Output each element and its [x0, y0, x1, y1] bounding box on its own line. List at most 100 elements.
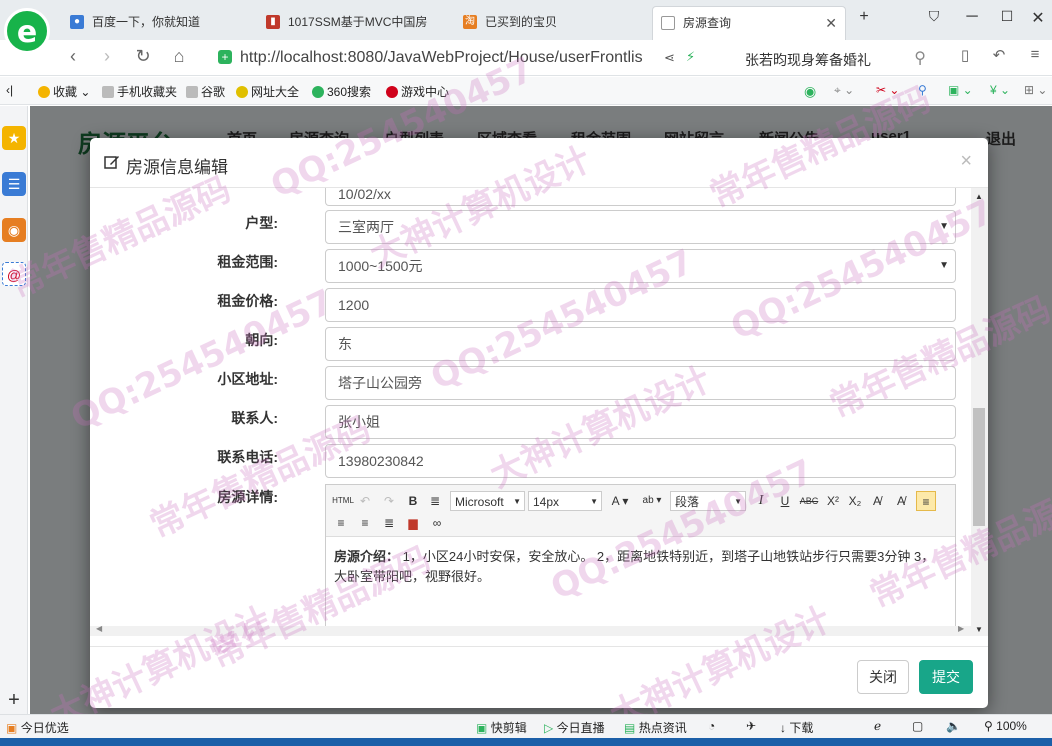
superscript-icon[interactable]: X²	[824, 491, 842, 511]
address-bar[interactable]: + http://localhost:8080/JavaWebProject/H…	[212, 45, 936, 71]
scroll-up-icon[interactable]: ▲	[975, 192, 983, 201]
submit-button[interactable]: 提交	[919, 660, 973, 694]
phone-input[interactable]: 13980230842	[325, 444, 956, 478]
address-input[interactable]: 塔子山公园旁	[325, 366, 956, 400]
close-button[interactable]: 关闭	[857, 660, 909, 694]
tab-house-query[interactable]: 房源查询 ✕	[652, 6, 846, 40]
orientation-input[interactable]: 东	[325, 327, 956, 361]
menu-icon[interactable]: ≡	[1022, 46, 1048, 63]
sidebar-toggle-icon[interactable]: ‹|	[6, 83, 13, 97]
editor-content[interactable]: 房源介绍： 1，小区24小时安保，安全放心。 2，距离地铁特别近，到塔子山地铁站…	[334, 547, 944, 587]
vertical-scrollbar[interactable]: ▲ ▼	[971, 188, 988, 636]
bookmark-favorites[interactable]: 收藏 ⌄	[38, 83, 90, 100]
image-icon[interactable]: ▆	[404, 513, 422, 533]
indent-icon[interactable]: ≣	[426, 491, 444, 511]
shirt-icon[interactable]: ⛉	[920, 8, 948, 25]
back-icon[interactable]: ‹	[60, 46, 86, 67]
status-label: 今日直播	[556, 721, 605, 735]
bookmark-games[interactable]: 游戏中心	[386, 83, 449, 100]
list-icon[interactable]: ☰	[2, 172, 26, 196]
layout-select[interactable]: 三室两厅 ▼	[325, 210, 956, 244]
date-value: 10/02/xx	[338, 188, 391, 202]
tab-taobao[interactable]: 淘 已买到的宝贝	[455, 6, 645, 40]
align-right-icon[interactable]: ≡	[356, 513, 374, 533]
modal-header: 房源信息编辑 ×	[90, 138, 988, 188]
lightning-icon[interactable]: ⚡	[686, 49, 695, 65]
zoom-control[interactable]: ⚲ 100%	[984, 719, 1027, 733]
scissors-icon[interactable]: ✂ ⌄	[876, 83, 899, 97]
date-field[interactable]: 10/02/xx	[325, 188, 956, 206]
extension-icon[interactable]: ⌖ ⌄	[834, 83, 854, 98]
weibo-icon[interactable]: ◉	[2, 218, 26, 242]
contact-input[interactable]: 张小姐	[325, 405, 956, 439]
rent-range-select[interactable]: 1000~1500元 ▼	[325, 249, 956, 283]
yen-icon[interactable]: ¥ ⌄	[990, 83, 1010, 97]
undo-icon[interactable]: ↶	[986, 46, 1012, 64]
refresh-icon[interactable]: ↻	[130, 46, 156, 67]
status-item-clip[interactable]: ▣ 快剪辑	[476, 719, 527, 736]
new-tab-button[interactable]: +	[850, 8, 878, 26]
search-icon[interactable]: ⚲	[918, 83, 927, 97]
minimize-icon[interactable]: ─	[958, 8, 986, 26]
close-icon[interactable]: ✕	[825, 7, 837, 39]
font-family-select[interactable]: Microsoft ▼	[450, 491, 525, 511]
clip-icon: ▣	[476, 721, 488, 735]
reader-icon[interactable]: ▯	[952, 46, 978, 64]
italic-icon[interactable]: I	[752, 491, 770, 511]
share-icon[interactable]: ⋖	[664, 50, 675, 66]
home-icon[interactable]: ⌂	[166, 46, 192, 67]
horizontal-scrollbar[interactable]: ◀ ▶	[90, 624, 971, 636]
status-item-live[interactable]: ▷ 今日直播	[544, 719, 605, 736]
url-text[interactable]: http://localhost:8080/JavaWebProject/Hou…	[240, 49, 670, 67]
bookmark-directory[interactable]: 网址大全	[236, 83, 299, 100]
scroll-down-icon[interactable]: ▼	[975, 625, 983, 634]
font-color-icon[interactable]: A ▾	[606, 491, 634, 511]
search-icon[interactable]: ⚲	[914, 48, 926, 68]
scroll-right-icon[interactable]: ▶	[958, 624, 964, 633]
volume-icon[interactable]: 🔈	[946, 719, 961, 733]
font-size-select[interactable]: 14px ▼	[528, 491, 602, 511]
mail-icon[interactable]: @	[2, 262, 26, 286]
forward-icon[interactable]: ›	[94, 46, 120, 67]
chevron-down-icon: ▼	[590, 497, 598, 506]
bookmark-google[interactable]: 谷歌	[186, 83, 225, 100]
scroll-thumb[interactable]	[973, 408, 985, 526]
align-center-icon[interactable]: ≡	[332, 513, 350, 533]
status-item-download[interactable]: ↓ 下载	[780, 719, 813, 736]
align-left-icon[interactable]: ≡	[916, 491, 936, 511]
html-icon[interactable]: HTML	[330, 491, 356, 511]
tab-project[interactable]: ▮ 1017SSM基于MVC中国房	[258, 6, 448, 40]
subscript-icon[interactable]: X₂	[846, 491, 864, 511]
pin-icon[interactable]: ✈	[746, 719, 756, 733]
bookmark-mobile[interactable]: 手机收藏夹	[102, 83, 177, 100]
star-icon[interactable]: ★	[2, 126, 26, 150]
status-item-news[interactable]: ▤ 热点资讯	[624, 719, 687, 736]
tab-baidu[interactable]: ● 百度一下，你就知道	[62, 6, 252, 40]
format-painter-icon[interactable]: A̸	[892, 491, 910, 511]
grid-icon[interactable]: ⊞ ⌄	[1024, 83, 1047, 97]
justify-icon[interactable]: ≣	[380, 513, 398, 533]
highlight-icon[interactable]: ab ▾	[638, 491, 666, 511]
speed-icon[interactable]: ◔	[708, 719, 715, 733]
undo-icon[interactable]: ↶	[356, 491, 374, 511]
browser-icon[interactable]: ℯ	[874, 719, 881, 733]
redo-icon[interactable]: ↷	[380, 491, 398, 511]
extension-icon[interactable]: ◉	[804, 83, 816, 100]
clear-format-icon[interactable]: A̸	[868, 491, 886, 511]
bookmark-360[interactable]: 360搜索	[312, 83, 371, 100]
scroll-left-icon[interactable]: ◀	[96, 624, 102, 633]
news-ticker[interactable]: 张若昀现身筹备婚礼	[745, 50, 871, 70]
close-icon[interactable]: ×	[960, 150, 972, 173]
maximize-icon[interactable]: ☐	[993, 8, 1021, 25]
gamepad-icon[interactable]: ▣ ⌄	[948, 83, 973, 97]
strikethrough-icon[interactable]: ABC	[798, 491, 820, 511]
close-window-icon[interactable]: ✕	[1024, 8, 1052, 28]
underline-icon[interactable]: U	[776, 491, 794, 511]
recommend-link[interactable]: ▣ 今日优选	[6, 719, 69, 736]
paragraph-select[interactable]: 段落 ▼	[670, 491, 746, 511]
rent-price-input[interactable]: 1200	[325, 288, 956, 322]
link-icon[interactable]: ∞	[428, 513, 446, 533]
bold-icon[interactable]: B	[404, 491, 422, 511]
window-icon[interactable]: ▢	[912, 719, 923, 733]
add-icon[interactable]: +	[2, 688, 26, 712]
